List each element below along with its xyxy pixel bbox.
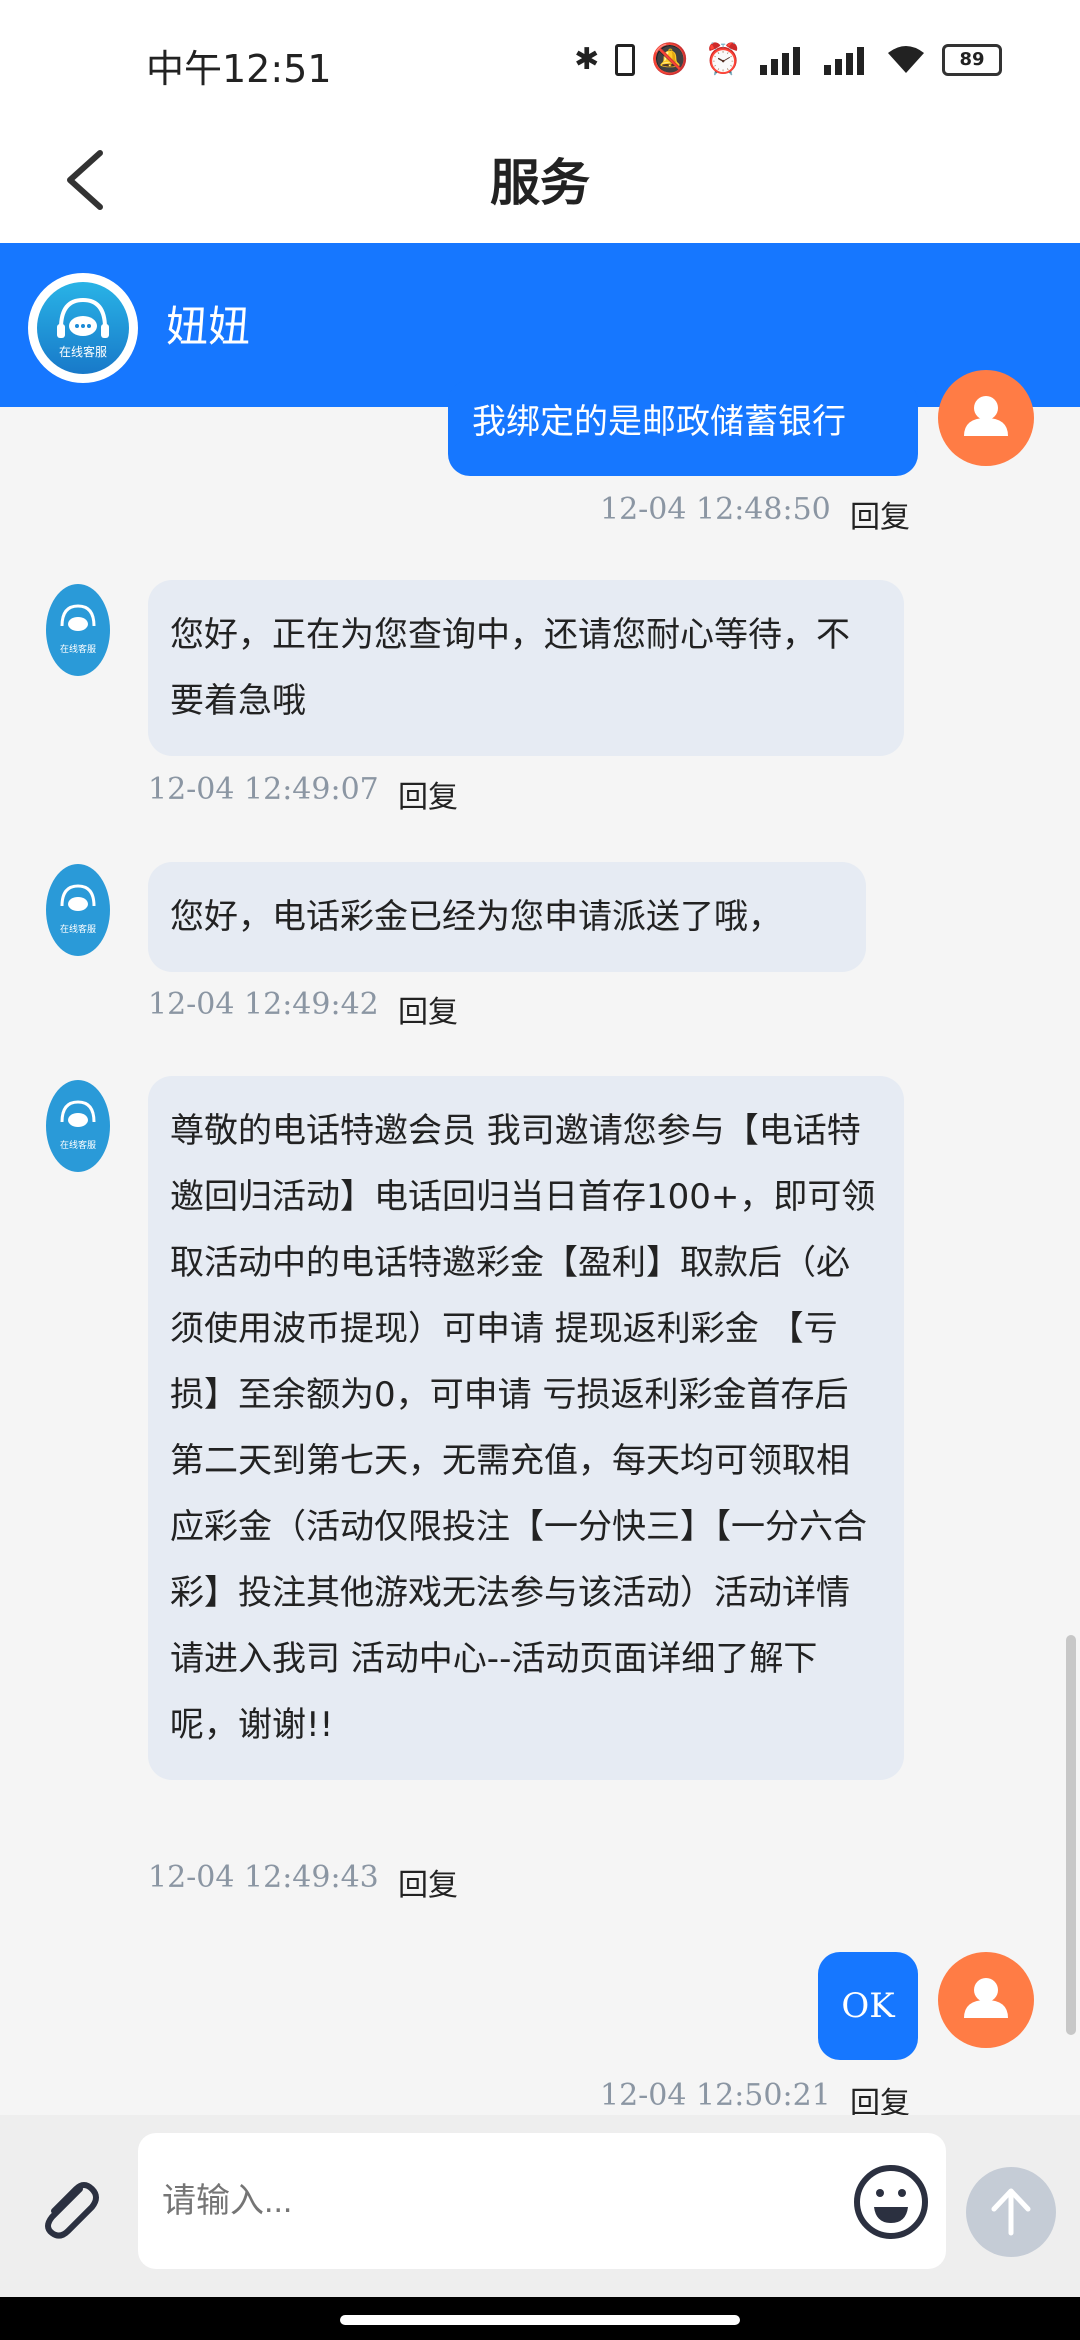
avatar-caption: 在线客服 — [60, 923, 96, 935]
message-text: 尊敬的电话特邀会员 我司邀请您参与【电话特邀回归活动】电话回归当日首存100+，… — [170, 1111, 876, 1745]
agent-message-bubble[interactable]: 您好，电话彩金已经为您申请派送了哦， — [148, 862, 866, 972]
user-message-bubble[interactable]: 我绑定的是邮政储蓄银行 — [448, 380, 918, 476]
signal-icon — [760, 46, 800, 75]
alarm-icon: ⏰ — [704, 42, 742, 77]
message-time: 12-04 12:50:21 — [600, 2078, 831, 2113]
arrow-up-icon — [991, 2188, 1031, 2236]
vibrate-icon — [615, 43, 636, 76]
agent-message-bubble[interactable]: 尊敬的电话特邀会员 我司邀请您参与【电话特邀回归活动】电话回归当日首存100+，… — [148, 1076, 904, 1780]
status-time: 中午12:51 — [146, 47, 332, 91]
reply-link[interactable]: 回复 — [850, 492, 910, 536]
headset-icon: 在线客服 — [37, 282, 129, 374]
battery-icon: 89 — [942, 43, 1002, 76]
chat-scrollbar[interactable] — [1066, 1635, 1076, 2035]
message-time: 12-04 12:49:43 — [148, 1860, 379, 1895]
avatar-caption: 在线客服 — [59, 344, 107, 359]
agent-message-avatar: 在线客服 — [46, 864, 110, 956]
reply-link[interactable]: 回复 — [398, 1860, 458, 1904]
reply-link[interactable]: 回复 — [398, 987, 458, 1031]
message-input[interactable] — [160, 2181, 764, 2222]
home-indicator[interactable] — [340, 2315, 740, 2325]
message-text: 我绑定的是邮政储蓄银行 — [472, 402, 846, 442]
message-time: 12-04 12:49:42 — [148, 987, 379, 1022]
page-title: 服务 — [490, 154, 590, 212]
user-message-bubble[interactable]: OK — [818, 1952, 918, 2060]
composer-bar — [0, 2115, 1080, 2297]
signal-icon — [824, 46, 864, 75]
agent-message-avatar: 在线客服 — [46, 584, 110, 676]
message-text: 您好，电话彩金已经为您申请派送了哦， — [170, 897, 782, 937]
avatar-caption: 在线客服 — [60, 643, 96, 655]
mute-icon: 🔕 — [651, 42, 689, 77]
message-time: 12-04 12:48:50 — [600, 492, 831, 527]
reply-link[interactable]: 回复 — [398, 772, 458, 816]
send-button[interactable] — [966, 2167, 1056, 2257]
bluetooth-icon: ✱ — [574, 42, 600, 77]
message-time: 12-04 12:49:07 — [148, 772, 379, 807]
avatar-caption: 在线客服 — [60, 1139, 96, 1151]
agent-message-bubble[interactable]: 您好，正在为您查询中，还请您耐心等待，不要着急哦 — [148, 580, 904, 756]
paperclip-icon[interactable] — [30, 2171, 108, 2249]
home-indicator-bar — [0, 2297, 1080, 2340]
emoji-icon[interactable] — [846, 2157, 936, 2247]
message-text: 您好，正在为您查询中，还请您耐心等待，不要着急哦 — [170, 615, 850, 721]
wifi-icon — [888, 45, 924, 73]
agent-avatar[interactable]: 在线客服 — [28, 273, 138, 383]
user-avatar — [938, 1952, 1034, 2048]
user-avatar — [938, 370, 1034, 466]
user-icon — [964, 1978, 1008, 2018]
status-bar: 中午12:51 ✱ 🔕 ⏰ 89 — [0, 0, 1080, 125]
status-icons: ✱ 🔕 ⏰ 89 — [574, 42, 1002, 77]
user-icon — [964, 396, 1008, 436]
message-text: OK — [841, 1986, 895, 2026]
message-input-container — [138, 2133, 946, 2269]
nav-bar: 服务 — [0, 125, 1080, 243]
agent-message-avatar: 在线客服 — [46, 1080, 110, 1172]
agent-name: 妞妞 — [166, 302, 251, 351]
